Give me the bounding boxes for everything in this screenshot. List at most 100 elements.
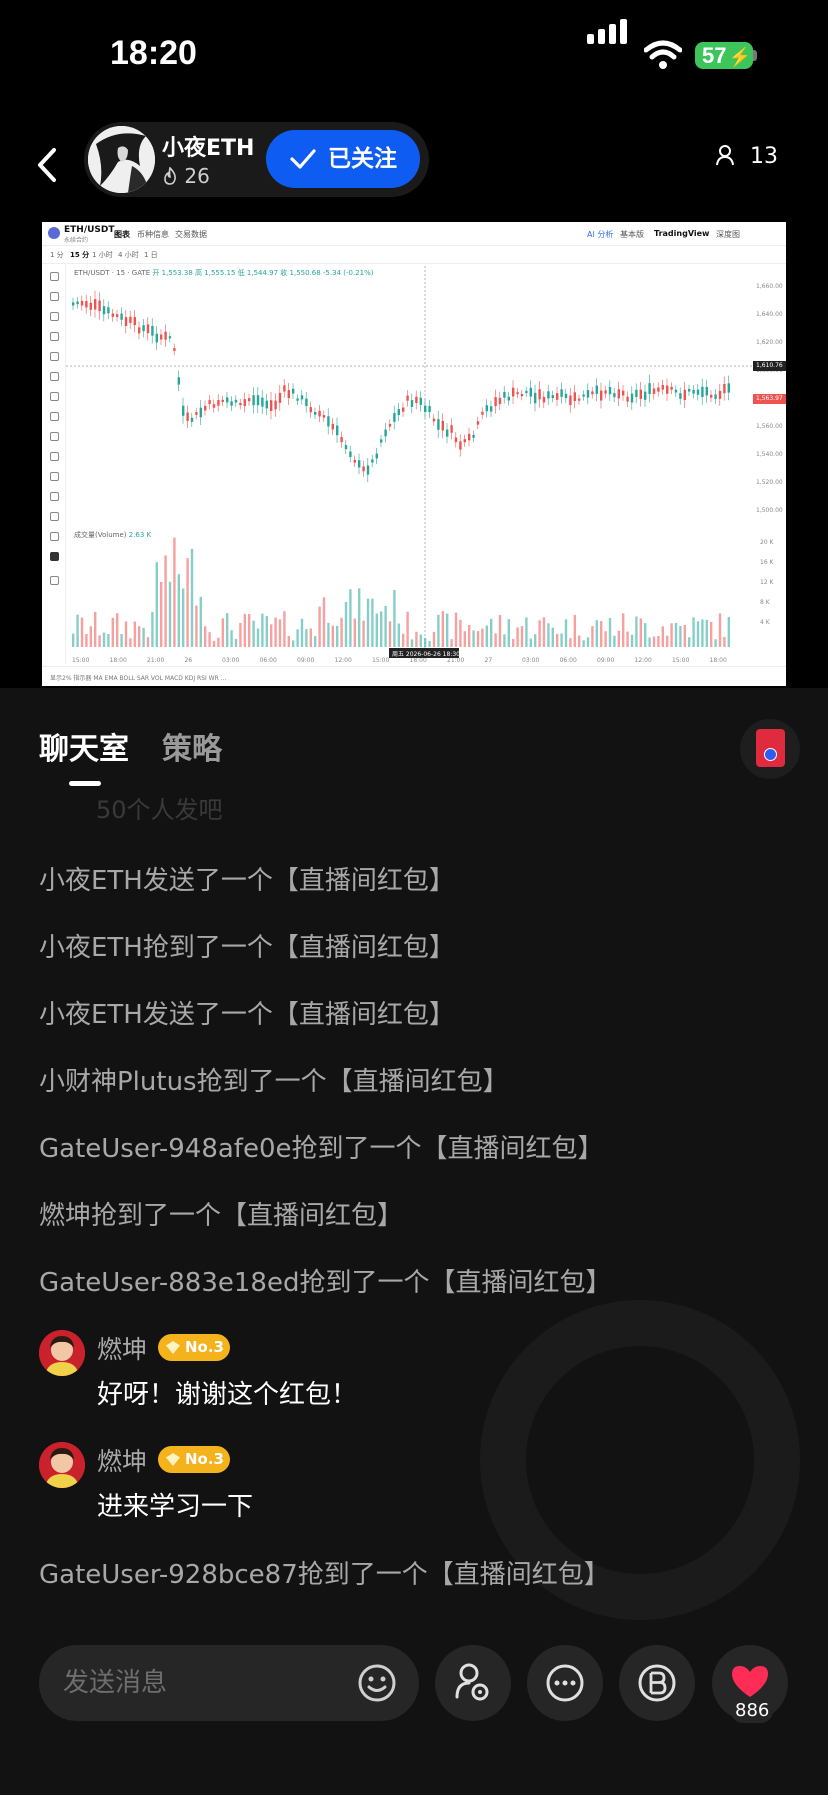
volume-bar (648, 637, 651, 647)
tab-strategy[interactable]: 策略 (162, 724, 222, 768)
volume-bar (177, 574, 180, 647)
volume-bar (300, 618, 304, 647)
candle-body (512, 387, 515, 397)
candle-body (666, 385, 669, 394)
candle-body (450, 425, 453, 433)
y-tick-label: 1,520.00 (756, 479, 783, 486)
candle-body (358, 460, 361, 468)
volume-bar (208, 632, 211, 647)
host-name: 小夜ETH (162, 136, 255, 161)
candle-body (393, 413, 396, 422)
candle-body (177, 377, 180, 385)
system-message: 燃坤抢到了一个【直播间红包】 (39, 1201, 404, 1231)
candle-body (336, 425, 339, 436)
candle-body (586, 390, 590, 398)
volume-bar (432, 631, 436, 647)
user-avatar[interactable] (39, 1330, 85, 1376)
candle-body (591, 391, 594, 395)
candle-body (547, 391, 550, 399)
follow-label: 已关注 (328, 146, 397, 172)
follow-button[interactable]: 已关注 (266, 130, 420, 188)
candle-body (613, 393, 616, 398)
candle-body (551, 395, 554, 399)
volume-bar (459, 619, 462, 647)
volume-bar (226, 613, 229, 647)
candle-body (476, 421, 480, 425)
x-tick-label: 12:00 (335, 657, 352, 664)
user-name[interactable]: 燃坤 (97, 1330, 147, 1366)
volume-bar (714, 639, 717, 647)
host-avatar[interactable] (88, 126, 155, 193)
candle-body (80, 300, 84, 306)
candle-body (406, 395, 409, 401)
user-name[interactable]: 燃坤 (97, 1442, 147, 1478)
viewer-count[interactable]: 13 (715, 144, 778, 169)
volume-bar (468, 625, 471, 647)
volume-bar (547, 623, 550, 647)
volume-bar (270, 624, 273, 647)
bitcoin-icon (638, 1664, 676, 1702)
tab-chatroom[interactable]: 聊天室 (39, 724, 129, 768)
candle-body (230, 401, 233, 406)
volume-bar (582, 640, 585, 647)
x-tick-label: 03:00 (522, 657, 539, 664)
volume-bar (366, 598, 370, 647)
candle-body (635, 389, 638, 397)
candle-body (85, 300, 88, 308)
y-tick-label: 1,620.00 (756, 339, 783, 346)
candle-body (463, 439, 466, 443)
x-tick-label: 21:00 (447, 657, 464, 664)
candle-body (661, 385, 664, 390)
candle-body (542, 396, 546, 403)
battery-level: 57 (702, 43, 727, 68)
volume-bar (727, 616, 730, 647)
candle-body (701, 386, 704, 397)
red-packet-button[interactable] (740, 719, 800, 779)
candle-body (617, 389, 620, 399)
volume-bar (155, 562, 158, 647)
emoji-icon[interactable] (357, 1663, 397, 1703)
battery-icon: 57 ⚡ (695, 42, 753, 69)
message-input-box[interactable] (39, 1645, 419, 1721)
volume-bar (639, 618, 642, 647)
person-icon (716, 145, 734, 166)
candle-body (446, 429, 449, 437)
system-message: GateUser-948afe0e抢到了一个【直播间红包】 (39, 1134, 604, 1164)
candle-body (344, 445, 348, 450)
back-arrow-icon[interactable] (28, 140, 68, 190)
candle-body (639, 389, 642, 399)
like-count: 886 (731, 1699, 774, 1723)
more-button[interactable] (527, 1645, 603, 1721)
bitcoin-button[interactable] (619, 1645, 695, 1721)
more-dots-icon (546, 1664, 584, 1702)
candle-body (573, 392, 576, 402)
volume-bar (80, 617, 84, 647)
volume-bar (652, 636, 656, 647)
volume-bar (274, 617, 277, 647)
crosshair-price-tag: 1,610.76 (753, 361, 786, 371)
volume-bar (380, 611, 383, 647)
candle-body (595, 385, 598, 394)
volume-bar (349, 589, 352, 647)
volume-bar (670, 623, 673, 647)
candle-body (674, 389, 678, 393)
candle-body (120, 313, 123, 320)
candle-body (679, 393, 682, 399)
message-input[interactable] (63, 1663, 363, 1703)
user-avatar-art (39, 1442, 85, 1488)
candle-body (217, 400, 220, 406)
user-avatar[interactable] (39, 1442, 85, 1488)
candle-body (283, 385, 286, 392)
volume-bar (600, 621, 603, 647)
volume-bar (512, 638, 515, 647)
volume-bar (591, 626, 594, 647)
candle-body (569, 395, 572, 406)
host-profile-pill[interactable]: 小夜ETH 26 已关注 (84, 122, 429, 197)
candle-body (696, 389, 700, 395)
candle-body (600, 390, 603, 401)
volume-bar (516, 627, 519, 647)
volume-bar (76, 614, 79, 647)
candle-body (182, 405, 185, 416)
user-follow-button[interactable] (435, 1645, 511, 1721)
volume-bar (358, 588, 361, 647)
